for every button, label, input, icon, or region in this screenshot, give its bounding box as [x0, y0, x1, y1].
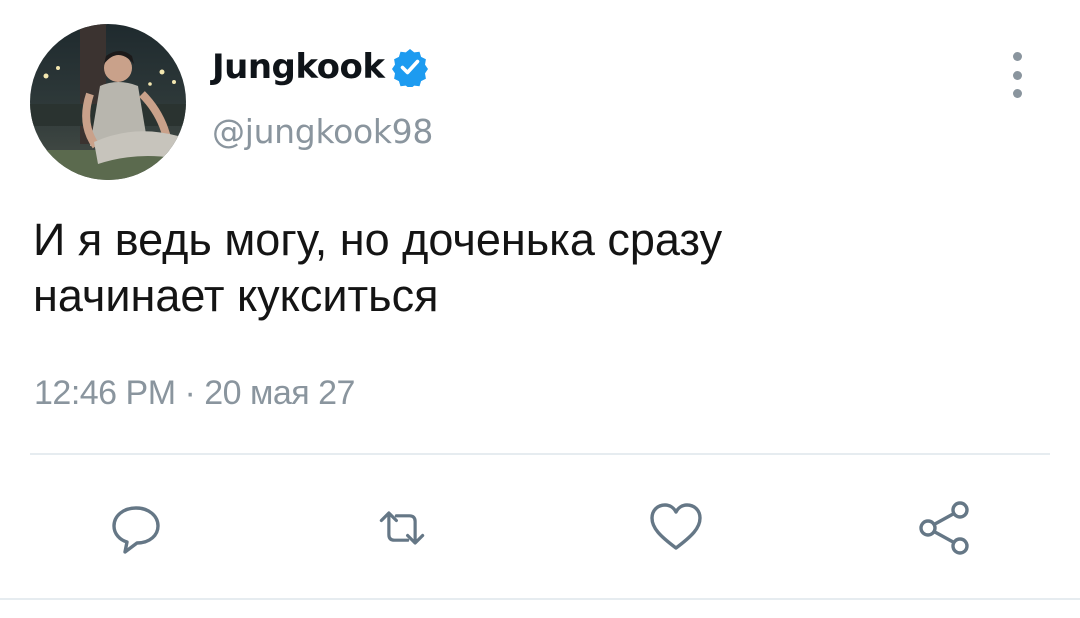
verified-badge-icon [392, 49, 429, 87]
avatar-photo [30, 24, 186, 180]
heart-icon [650, 503, 702, 550]
tweet-text-line: И я ведь могу, но доченька сразу [33, 214, 723, 265]
more-dot [1012, 89, 1022, 98]
more-dot [1012, 52, 1022, 61]
author-name-row[interactable]: Jungkook [212, 44, 430, 90]
reply-icon [112, 506, 160, 554]
divider [0, 598, 1080, 600]
share-button[interactable] [914, 498, 974, 558]
share-icon [919, 501, 969, 555]
tweet-text-line: начинает кукситься [33, 270, 439, 321]
divider [30, 453, 1050, 455]
reply-button[interactable] [106, 498, 166, 558]
tweet-text: И я ведь могу, но доченька сразу начинае… [33, 212, 1033, 324]
display-name[interactable]: Jungkook [212, 47, 385, 87]
more-vertical-icon[interactable] [1000, 52, 1034, 98]
tweet-timestamp[interactable]: 12:46 PM · 20 мая 27 [34, 374, 355, 413]
retweet-button[interactable] [372, 498, 432, 558]
user-handle[interactable]: @jungkook98 [212, 112, 433, 151]
retweet-icon [379, 511, 425, 545]
more-dot [1012, 70, 1022, 80]
like-button[interactable] [646, 498, 706, 558]
avatar[interactable] [30, 24, 186, 180]
